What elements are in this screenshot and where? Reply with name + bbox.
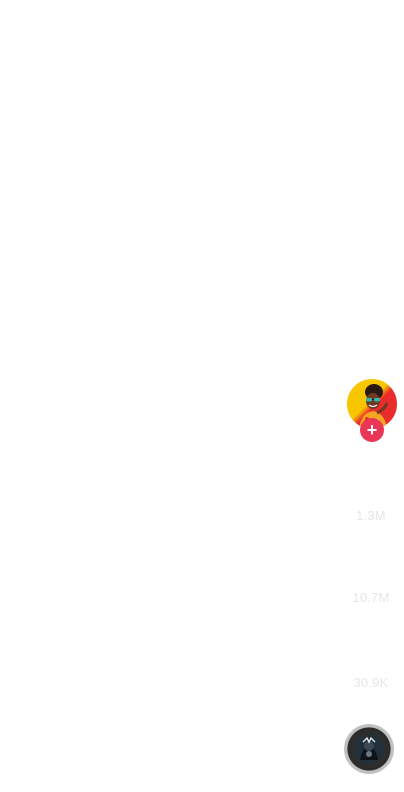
comments-count[interactable]: 10.7M (338, 590, 404, 605)
follow-button[interactable]: + (360, 418, 384, 442)
plus-icon: + (366, 420, 378, 440)
music-cover-icon (354, 734, 384, 764)
video-feed-screen: + 1.3M 10.7M 30.9K (0, 0, 404, 792)
action-rail: + 1.3M 10.7M 30.9K (338, 370, 404, 792)
music-disc-cover (354, 734, 384, 764)
music-disc[interactable] (344, 724, 394, 774)
creator-avatar-container: + (346, 378, 398, 442)
likes-count[interactable]: 1.3M (338, 508, 404, 523)
shares-count[interactable]: 30.9K (338, 675, 404, 690)
